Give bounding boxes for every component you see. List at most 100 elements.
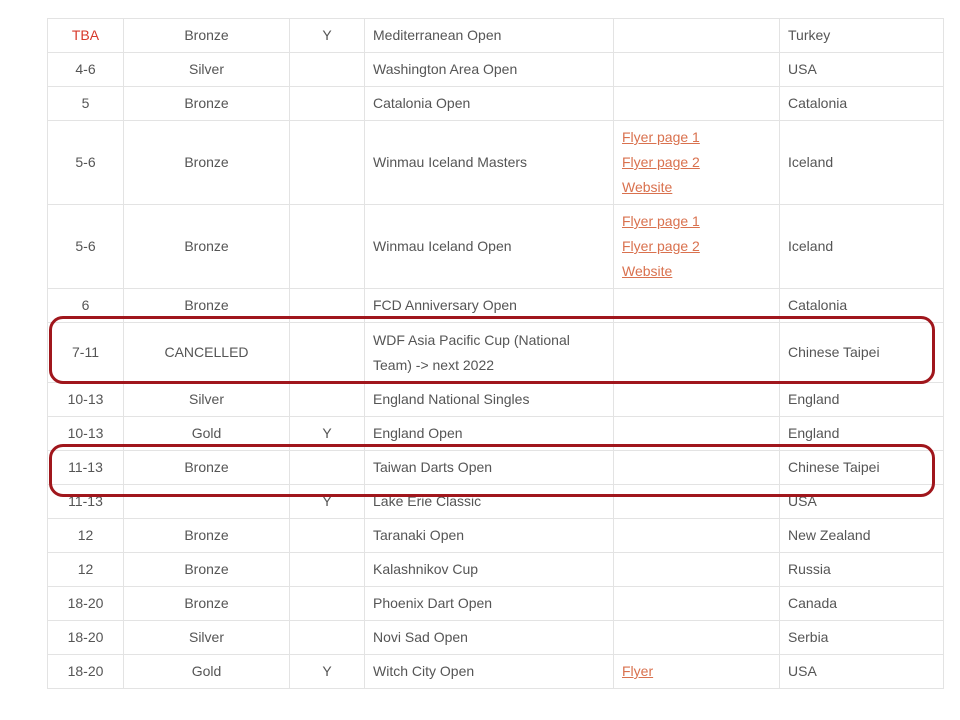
flyer-link[interactable]: Flyer page 1 (622, 125, 771, 150)
flyer-link[interactable]: Flyer page 2 (622, 234, 771, 259)
page: TBA Bronze Y Mediterranean Open Turkey 4-6 Sil… (0, 0, 960, 720)
flag-cell: Y (289, 416, 365, 451)
links-cell (613, 450, 780, 485)
flyer-link[interactable]: Website (622, 259, 771, 284)
flag-cell (289, 204, 365, 289)
table-row: 5-6 Bronze Winmau Iceland Open Flyer page 1… (47, 204, 944, 289)
events-table-body: TBA Bronze Y Mediterranean Open Turkey 4-6 Sil… (47, 18, 944, 689)
flyer-link[interactable]: Flyer page 2 (622, 150, 771, 175)
links-cell (613, 86, 780, 121)
event-name-cell: Taranaki Open (364, 518, 614, 553)
event-name-cell: Kalashnikov Cup (364, 552, 614, 587)
links-cell: Flyer (613, 654, 780, 689)
event-name-cell: Witch City Open (364, 654, 614, 689)
date-cell: TBA (47, 18, 124, 53)
links-cell (613, 620, 780, 655)
table-row: 18-20 Bronze Phoenix Dart Open Canada (47, 586, 944, 621)
flag-cell (289, 86, 365, 121)
date-cell: 5-6 (47, 120, 124, 205)
flag-cell (289, 382, 365, 417)
country-cell: New Zealand (779, 518, 944, 553)
country-cell: Catalonia (779, 288, 944, 323)
date-cell: 10-13 (47, 382, 124, 417)
country-cell: Serbia (779, 620, 944, 655)
flag-cell (289, 52, 365, 87)
country-cell: USA (779, 52, 944, 87)
country-cell: England (779, 382, 944, 417)
flag-cell: Y (289, 654, 365, 689)
date-cell: 5 (47, 86, 124, 121)
links-cell (613, 52, 780, 87)
date-cell: 10-13 (47, 416, 124, 451)
event-name-cell: England National Singles (364, 382, 614, 417)
date-cell: 18-20 (47, 586, 124, 621)
page-bottom (47, 691, 943, 720)
table-row: 18-20 Gold Y Witch City Open Flyer USA (47, 654, 944, 689)
flag-cell (289, 518, 365, 553)
country-cell: USA (779, 654, 944, 689)
event-name-cell: Catalonia Open (364, 86, 614, 121)
table-row: 4-6 Silver Washington Area Open USA (47, 52, 944, 87)
tier-cell: Bronze (123, 86, 290, 121)
date-cell: 6 (47, 288, 124, 323)
links-cell: Flyer page 1 Flyer page 2 Website (613, 204, 780, 289)
table-row: 11-13 Y Lake Erie Classic USA (47, 484, 944, 519)
country-cell: Catalonia (779, 86, 944, 121)
flag-cell (289, 120, 365, 205)
table-row: TBA Bronze Y Mediterranean Open Turkey (47, 18, 944, 53)
table-row: 10-13 Silver England National Singles Engla… (47, 382, 944, 417)
table-row: 18-20 Silver Novi Sad Open Serbia (47, 620, 944, 655)
event-name-cell: Washington Area Open (364, 52, 614, 87)
links-cell (613, 552, 780, 587)
links-cell (613, 288, 780, 323)
tier-cell: Bronze (123, 552, 290, 587)
tier-cell: Gold (123, 654, 290, 689)
flyer-link[interactable]: Flyer (622, 659, 771, 684)
flag-cell (289, 586, 365, 621)
links-cell (613, 18, 780, 53)
table-row: 5 Bronze Catalonia Open Catalonia (47, 86, 944, 121)
links-cell (613, 518, 780, 553)
event-name-cell: Lake Erie Classic (364, 484, 614, 519)
table-row: 11-13 Bronze Taiwan Darts Open Chinese Taip… (47, 450, 944, 485)
flag-cell (289, 450, 365, 485)
event-name-cell: Winmau Iceland Masters (364, 120, 614, 205)
date-cell: 11-13 (47, 484, 124, 519)
country-cell: Russia (779, 552, 944, 587)
country-cell: Iceland (779, 120, 944, 205)
links-cell (613, 322, 780, 383)
tier-cell: Silver (123, 52, 290, 87)
country-cell: England (779, 416, 944, 451)
flyer-link[interactable]: Flyer page 1 (622, 209, 771, 234)
tier-cell: CANCELLED (123, 322, 290, 383)
links-cell (613, 586, 780, 621)
flyer-link[interactable]: Website (622, 175, 771, 200)
table-row: 6 Bronze FCD Anniversary Open Catalonia (47, 288, 944, 323)
date-cell: 5-6 (47, 204, 124, 289)
table-row: 10-13 Gold Y England Open England (47, 416, 944, 451)
links-cell (613, 416, 780, 451)
country-cell: Chinese Taipei (779, 322, 944, 383)
flag-cell (289, 620, 365, 655)
country-cell: Turkey (779, 18, 944, 53)
date-cell: 12 (47, 518, 124, 553)
tier-cell: Bronze (123, 18, 290, 53)
event-name-cell: Winmau Iceland Open (364, 204, 614, 289)
event-name-cell: Phoenix Dart Open (364, 586, 614, 621)
tier-cell: Bronze (123, 288, 290, 323)
tier-cell: Bronze (123, 204, 290, 289)
flag-cell (289, 288, 365, 323)
event-name-cell: FCD Anniversary Open (364, 288, 614, 323)
tier-cell: Silver (123, 620, 290, 655)
date-cell: 11-13 (47, 450, 124, 485)
country-cell: Iceland (779, 204, 944, 289)
date-cell: 12 (47, 552, 124, 587)
links-cell: Flyer page 1 Flyer page 2 Website (613, 120, 780, 205)
tier-cell: Bronze (123, 518, 290, 553)
table-row: 7-11 CANCELLED WDF Asia Pacific Cup (Natio… (47, 322, 944, 383)
flag-cell: Y (289, 18, 365, 53)
tier-cell: Gold (123, 416, 290, 451)
flag-cell (289, 552, 365, 587)
event-name-cell: WDF Asia Pacific Cup (National Team) -> … (364, 322, 614, 383)
country-cell: Chinese Taipei (779, 450, 944, 485)
